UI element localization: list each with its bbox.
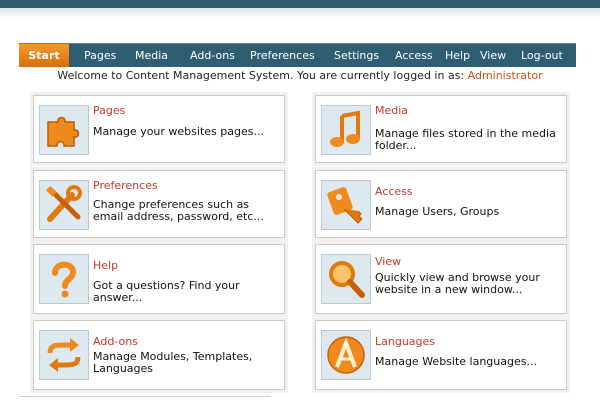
card-view[interactable]: View Quickly view and browse your websit… [315, 244, 567, 314]
card-description: Manage Modules, Templates, Languages [93, 350, 253, 375]
card-title: Preferences [93, 179, 158, 192]
card-title: Pages [93, 104, 126, 117]
card-title: Add-ons [93, 335, 138, 348]
next-card-edge [19, 396, 271, 401]
card-title: Help [93, 259, 119, 272]
music-note-icon [321, 105, 371, 155]
card-description: Manage your websites pages... [93, 125, 264, 138]
nav-access[interactable]: Access [395, 44, 433, 67]
nav-pages[interactable]: Pages [84, 44, 116, 67]
nav-settings[interactable]: Settings [334, 44, 379, 67]
card-description: Manage Website languages... [375, 355, 537, 368]
card-description: Manage Users, Groups [375, 205, 500, 218]
puzzle-icon [39, 105, 89, 155]
key-icon [321, 180, 371, 230]
nav-add-ons[interactable]: Add-ons [190, 44, 235, 67]
arrows-icon [39, 330, 89, 380]
username-link[interactable]: Administrator [468, 69, 543, 82]
welcome-message: Welcome to Content Management System. Yo… [0, 69, 600, 82]
nav-view[interactable]: View [480, 44, 506, 67]
letter-a-icon [321, 330, 371, 380]
card-title: Languages [375, 335, 436, 348]
card-title: Access [375, 185, 413, 198]
card-media[interactable]: Media Manage files stored in the media f… [315, 95, 567, 163]
main-nav: Start Pages Media Add-ons Preferences Se… [19, 43, 576, 67]
card-description: Change preferences such as email address… [93, 198, 264, 223]
nav-media[interactable]: Media [135, 44, 168, 67]
card-languages[interactable]: Languages Manage Website languages... [315, 320, 567, 390]
card-description: Manage files stored in the media folder.… [375, 127, 556, 152]
card-add-ons[interactable]: Add-ons Manage Modules, Templates, Langu… [33, 320, 285, 390]
nav-start[interactable]: Start [19, 44, 69, 67]
tools-icon [39, 180, 89, 230]
card-pages[interactable]: Pages Manage your websites pages... [33, 95, 285, 163]
card-help[interactable]: Help Got a questions? Find your answer..… [33, 244, 285, 314]
card-title: View [375, 255, 402, 268]
magnifier-icon [321, 254, 371, 304]
nav-log-out[interactable]: Log-out [521, 44, 563, 67]
nav-help[interactable]: Help [445, 44, 470, 67]
question-icon [39, 254, 89, 304]
nav-preferences[interactable]: Preferences [250, 44, 315, 67]
card-description: Quickly view and browse your website in … [375, 271, 540, 296]
welcome-text: Welcome to Content Management System. Yo… [57, 69, 468, 82]
card-access[interactable]: Access Manage Users, Groups [315, 170, 567, 238]
card-description: Got a questions? Find your answer... [93, 279, 240, 304]
card-title: Media [375, 104, 409, 117]
card-preferences[interactable]: Preferences Change preferences such as e… [33, 170, 285, 238]
header-shadow [0, 8, 600, 18]
top-header-bar [0, 0, 600, 8]
